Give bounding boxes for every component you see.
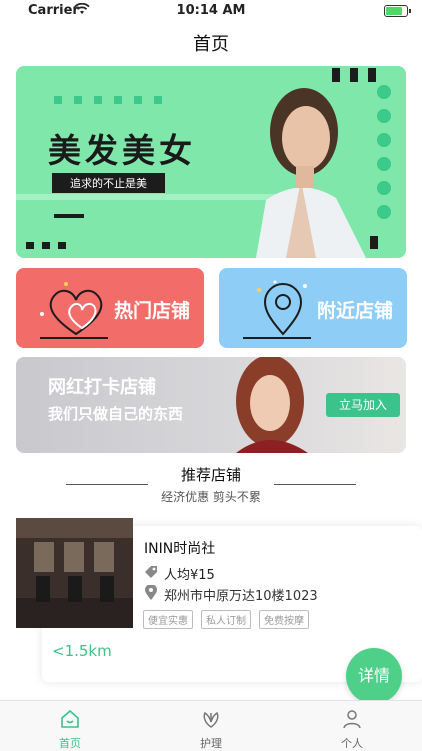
battery-icon (384, 5, 411, 17)
divider-right (274, 484, 356, 485)
banner-headline: 美发美女 (48, 131, 196, 170)
promo-subtitle: 我们只做自己的东西 (48, 405, 184, 423)
tab-profile[interactable]: 个人 (282, 701, 422, 751)
model-portrait-image (256, 88, 366, 258)
location-icon (145, 585, 157, 600)
promo-model-image (236, 357, 308, 453)
banner-tagline: 追求的不止是美 (52, 173, 165, 193)
care-icon (203, 711, 219, 728)
tab-bar: 首页 护理 个人 (0, 700, 422, 751)
shop-address: 郑州市中原万达10楼1023 (164, 589, 318, 604)
shop-photo (16, 518, 133, 628)
tab-home-label: 首页 (59, 737, 81, 750)
details-button[interactable]: 详情 (346, 648, 402, 704)
hero-banner[interactable]: 美发美女 追求的不止是美 (16, 66, 406, 258)
status-bar: Carrier 10:14 AM (0, 0, 422, 22)
shop-tag: 免费按摩 (259, 610, 309, 629)
heart-icon (40, 282, 108, 339)
promo-title: 网红打卡店铺 (48, 377, 156, 398)
recommend-subtitle: 经济优惠 剪头不累 (161, 490, 261, 504)
person-icon (343, 710, 361, 729)
nearby-shops-label: 附近店铺 (317, 300, 394, 322)
home-icon (61, 709, 79, 728)
shop-tag: 私人订制 (201, 610, 251, 629)
shop-distance: <1.5km (52, 642, 112, 660)
hot-shops-label: 热门店铺 (114, 300, 191, 322)
shop-tags: 便宜实惠 私人订制 免费按摩 (143, 610, 309, 629)
clock: 10:14 AM (176, 3, 246, 18)
shop-name: ININ时尚社 (144, 541, 216, 557)
promo-banner[interactable]: 网红打卡店铺 我们只做自己的东西 立马加入 (16, 357, 406, 453)
recommend-title: 推荐店铺 (180, 466, 241, 484)
tab-care-label: 护理 (200, 737, 222, 750)
page-title: 首页 (193, 34, 229, 55)
join-now-button[interactable]: 立马加入 (326, 393, 400, 417)
tab-care[interactable]: 护理 (141, 701, 281, 751)
nearby-shops-card[interactable]: 附近店铺 (219, 268, 407, 348)
tab-profile-label: 个人 (341, 737, 363, 750)
shop-tag: 便宜实惠 (143, 610, 193, 629)
shop-price: 人均¥15 (164, 568, 215, 583)
price-tag-icon (145, 566, 157, 578)
hot-shops-card[interactable]: 热门店铺 (16, 268, 204, 348)
location-pin-icon (243, 280, 311, 339)
tab-home[interactable]: 首页 (0, 701, 140, 751)
